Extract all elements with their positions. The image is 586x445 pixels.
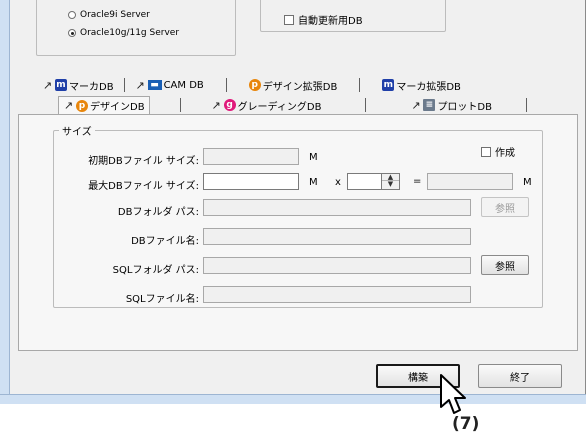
design-icon: p	[248, 79, 261, 91]
wrench-icon: ↗	[135, 78, 145, 92]
window-frame-left	[0, 0, 10, 404]
multiplier-spinner[interactable]: ▲ ▼	[381, 173, 400, 190]
tab-separator	[123, 78, 125, 92]
sql-folder-browse-button[interactable]: 参照	[481, 255, 529, 275]
result-size-unit: M	[523, 177, 532, 188]
dialog-window: Oracle9i Server Oracle10g/11g Server 自動更…	[0, 0, 586, 404]
design-icon: p	[76, 99, 88, 112]
wrench-icon: ↗	[211, 98, 221, 112]
wrench-icon: ↗	[42, 78, 53, 92]
equals-sign: =	[413, 176, 422, 187]
radio-oracle10g-label: Oracle10g/11g Server	[80, 28, 180, 38]
initial-size-input[interactable]	[203, 148, 299, 165]
tab-cam-db[interactable]: ↗ ▬ CAM DB	[135, 78, 204, 92]
plot-icon: ≡	[423, 99, 436, 111]
tab-marker-db[interactable]: ↗ m マーカDB	[42, 78, 114, 93]
cam-icon: ▬	[147, 80, 162, 90]
tab-separator	[526, 98, 527, 112]
result-size-field	[427, 173, 513, 190]
tab-label: CAM DB	[163, 79, 204, 91]
tab-separator	[179, 98, 181, 112]
db-folder-label: DBフォルダ パス:	[117, 207, 199, 218]
window-frame-bottom	[0, 394, 586, 404]
auto-update-checkbox[interactable]: 自動更新用DB	[284, 12, 363, 27]
tab-grading-db[interactable]: ↗ g グレーディングDB	[211, 98, 322, 113]
db-file-label: DBファイル名:	[131, 236, 199, 247]
marker-icon: m	[382, 79, 395, 91]
tab-label: デザイン拡張DB	[262, 81, 338, 93]
sql-file-label: SQLファイル名:	[125, 294, 199, 305]
checkbox-icon	[284, 14, 294, 25]
multiply-sign: x	[335, 177, 341, 188]
tab-label: グレーディングDB	[237, 101, 322, 113]
initial-size-unit: M	[309, 152, 318, 163]
max-size-input[interactable]	[203, 173, 299, 190]
max-size-unit: M	[309, 177, 318, 188]
tab-label: デザインDB	[90, 102, 145, 113]
create-checkbox[interactable]: 作成	[481, 144, 515, 159]
tab-marker-ext-db[interactable]: m マーカ拡張DB	[382, 78, 461, 93]
radio-oracle10g[interactable]: Oracle10g/11g Server	[68, 28, 179, 38]
spin-down-icon[interactable]: ▼	[382, 181, 399, 188]
max-size-label: 最大DBファイル サイズ:	[88, 181, 199, 192]
radio-selected-icon	[68, 29, 76, 37]
tab-label: マーカDB	[69, 81, 114, 93]
tab-label: プロットDB	[437, 101, 492, 113]
marker-icon: m	[55, 79, 67, 91]
radio-circle-icon	[68, 11, 76, 19]
sql-file-input[interactable]	[203, 286, 471, 303]
size-group-legend: サイズ	[59, 123, 95, 138]
auto-update-label: 自動更新用DB	[298, 16, 363, 27]
create-label: 作成	[495, 148, 515, 159]
tab-label: マーカ拡張DB	[396, 81, 461, 93]
tab-design-db[interactable]: ↗ p デザインDB	[58, 96, 150, 114]
sql-folder-label: SQLフォルダ パス:	[112, 265, 199, 276]
multiplier-input[interactable]	[347, 173, 383, 190]
wrench-icon: ↗	[411, 98, 421, 112]
step-number-label: (7)	[452, 414, 480, 434]
radio-oracle9i-label: Oracle9i Server	[80, 10, 150, 20]
sql-folder-input[interactable]	[203, 257, 471, 274]
tab-separator	[359, 78, 361, 92]
tab-separator	[225, 78, 227, 92]
db-folder-browse-button[interactable]: 参照	[481, 197, 529, 217]
tab-row-bottom: ↗ p デザインDB ↗ g グレーディングDB ↗ ≡ プロットDB	[58, 96, 527, 114]
design-db-panel: サイズ 作成 初期DBファイル サイズ: M 最大DBファイル サイズ: M x…	[18, 114, 578, 351]
initial-size-label: 初期DBファイル サイズ:	[88, 156, 199, 167]
wrench-icon: ↗	[63, 99, 74, 112]
grading-icon: g	[223, 99, 236, 111]
tab-separator	[365, 98, 367, 112]
tab-plot-db[interactable]: ↗ ≡ プロットDB	[410, 98, 492, 113]
mouse-pointer-icon	[438, 373, 468, 420]
db-folder-input[interactable]	[203, 199, 471, 216]
tab-row-top: ↗ m マーカDB ↗ ▬ CAM DB p デザイン拡張DB m マーカ拡張D…	[42, 78, 461, 93]
db-file-input[interactable]	[203, 228, 471, 245]
radio-oracle9i[interactable]: Oracle9i Server	[68, 10, 150, 20]
exit-button[interactable]: 終了	[478, 364, 562, 388]
checkbox-icon	[481, 146, 491, 157]
tab-design-ext-db[interactable]: p デザイン拡張DB	[248, 78, 338, 93]
